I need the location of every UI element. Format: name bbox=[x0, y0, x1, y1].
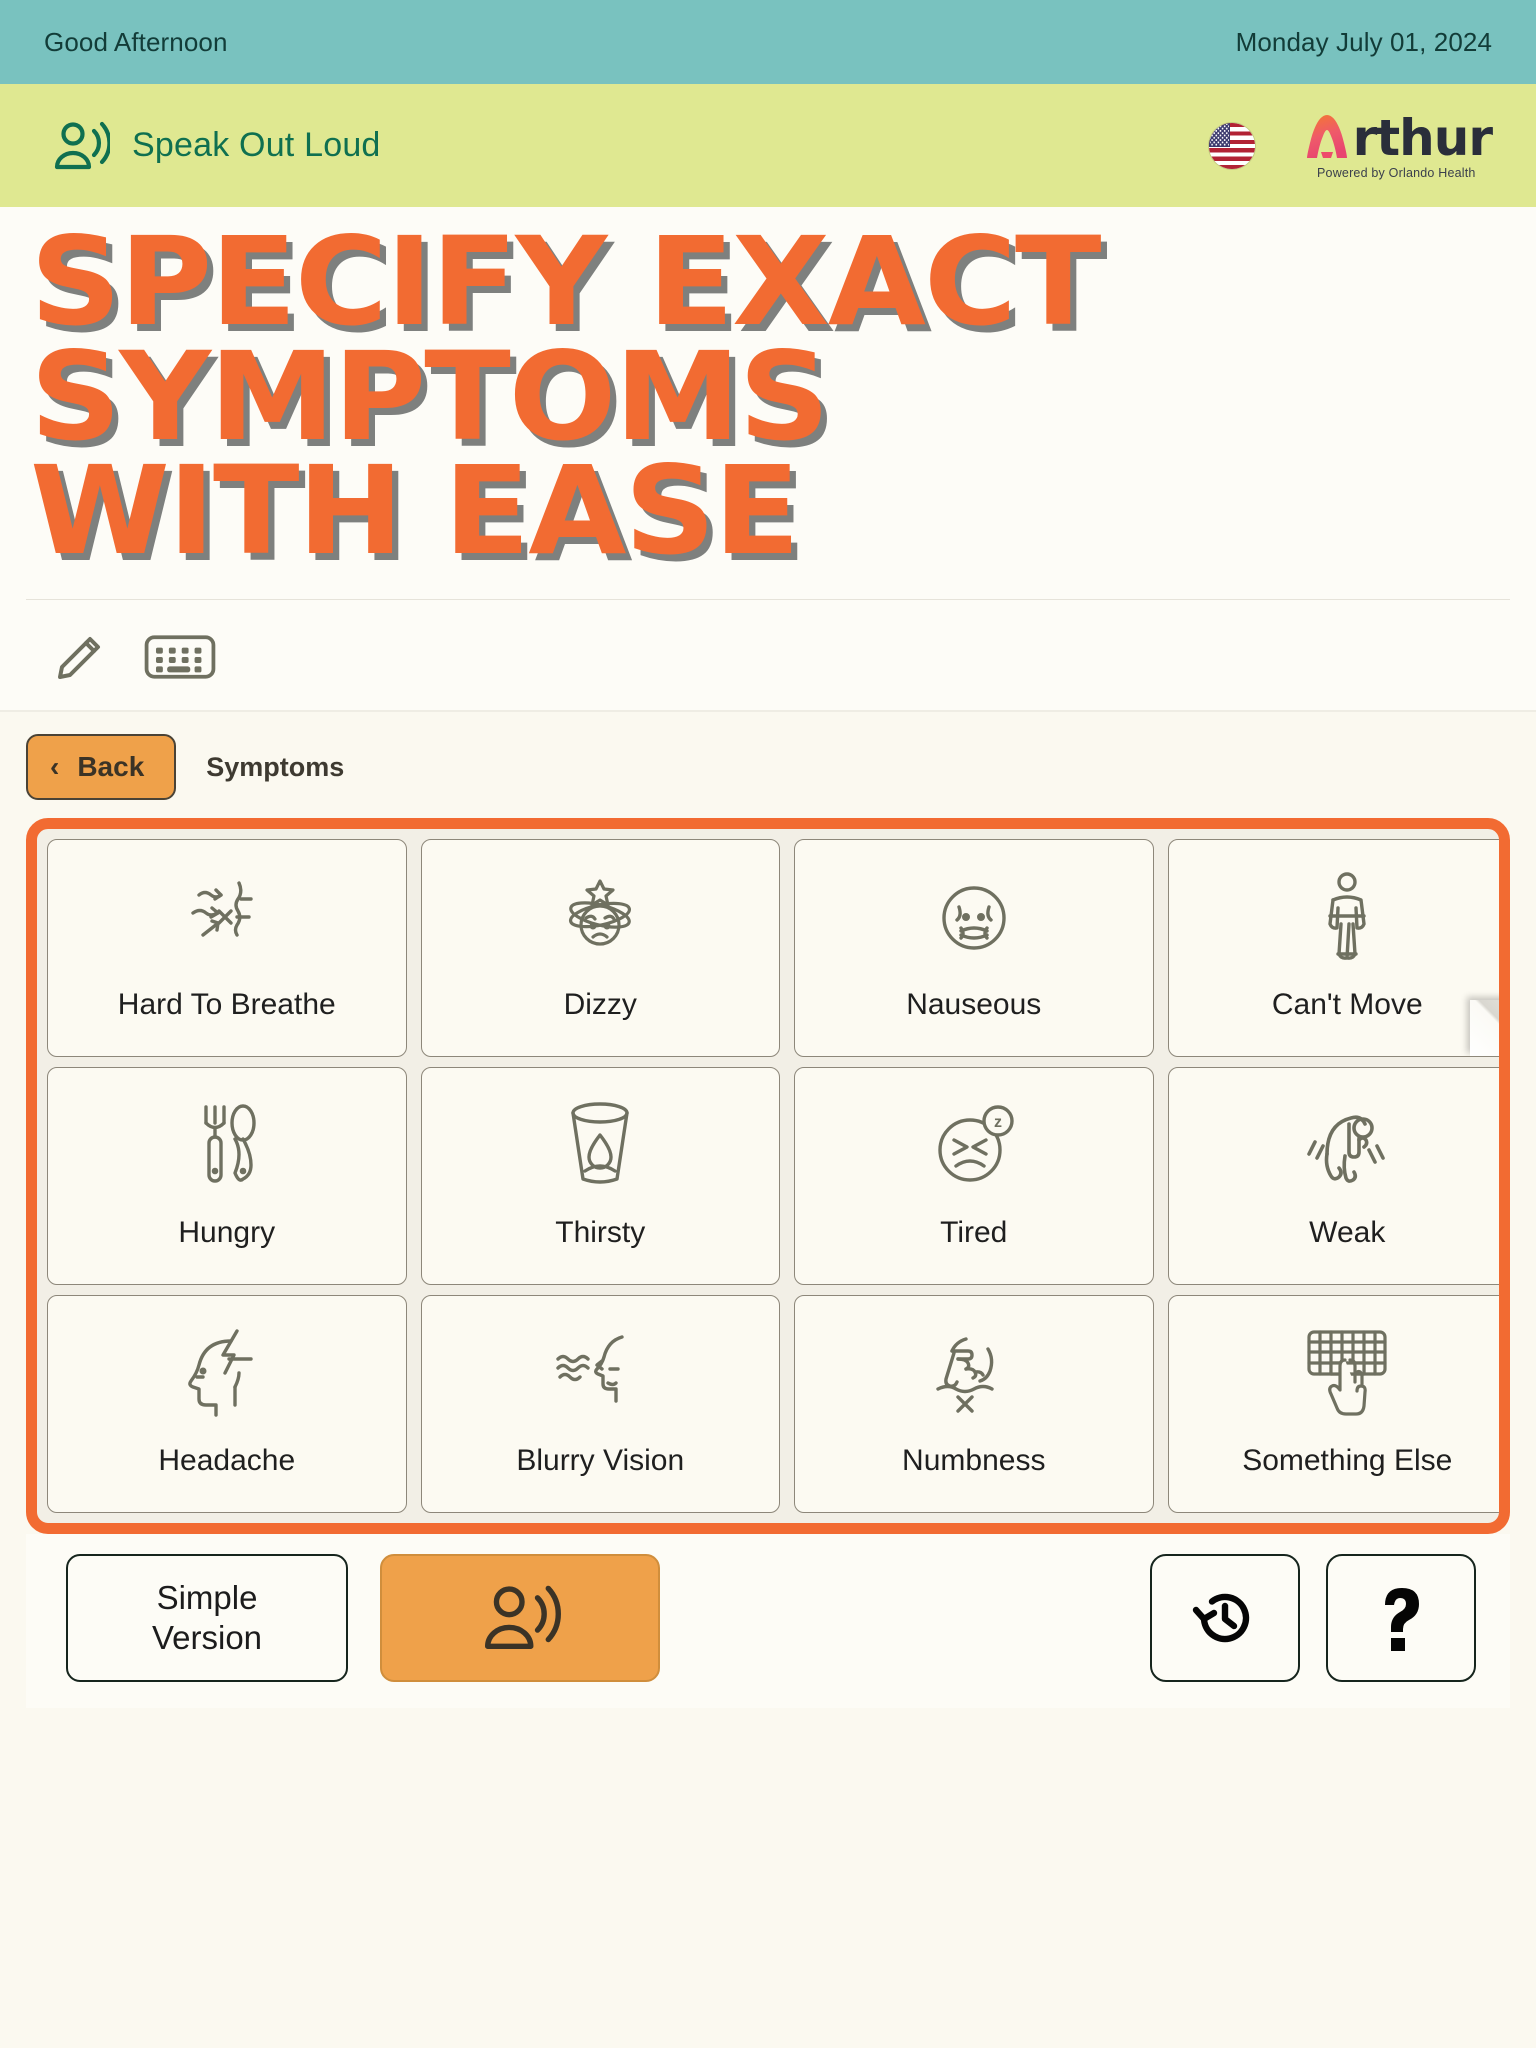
blurry-vision-face-icon bbox=[422, 1296, 780, 1446]
speak-out-loud-button[interactable]: Speak Out Loud bbox=[52, 120, 381, 172]
symptom-card-something-else[interactable]: Something Else bbox=[1167, 1295, 1500, 1514]
question-mark-icon bbox=[1363, 1579, 1439, 1657]
keyboard-finger-icon bbox=[1169, 1296, 1500, 1446]
simple-version-button[interactable]: Simple Version bbox=[66, 1554, 348, 1683]
symptom-card-label: Blurry Vision bbox=[516, 1444, 685, 1478]
symptom-card-numbness[interactable]: Numbness bbox=[794, 1295, 1154, 1514]
symptom-card-label: Thirsty bbox=[555, 1216, 646, 1250]
us-flag-icon[interactable] bbox=[1208, 122, 1255, 169]
breadcrumb-row: ‹ Back Symptoms bbox=[26, 734, 1510, 801]
person-speaking-icon bbox=[52, 120, 110, 172]
bottom-right-group bbox=[1150, 1554, 1476, 1683]
speak-out-loud-label: Speak Out Loud bbox=[132, 126, 381, 164]
history-clock-icon bbox=[1186, 1579, 1264, 1657]
symptom-card-tired[interactable]: z Tired bbox=[794, 1067, 1154, 1286]
symptoms-panel: ‹ Back Symptoms Hard To Breathe Dizzy Na… bbox=[0, 710, 1536, 2048]
breadcrumb: Symptoms bbox=[206, 751, 345, 782]
breathing-difficulty-icon bbox=[48, 840, 406, 990]
symptom-card-nauseous[interactable]: Nauseous bbox=[794, 839, 1154, 1058]
symptom-card-label: Nauseous bbox=[906, 988, 1042, 1022]
arthur-logo-tagline: Powered by Orlando Health bbox=[1317, 165, 1476, 180]
help-button[interactable] bbox=[1326, 1554, 1476, 1683]
app-root: Good Afternoon Monday July 01, 2024 Spea… bbox=[0, 0, 1536, 2048]
immobile-person-icon bbox=[1169, 840, 1500, 990]
symptom-card-label: Dizzy bbox=[563, 988, 637, 1022]
speak-out-loud-bar: Speak Out Loud rthur Powered by Orlando … bbox=[0, 84, 1536, 207]
sleepy-face-icon: z bbox=[795, 1068, 1153, 1218]
dizzy-face-icon bbox=[422, 840, 780, 990]
symptom-card-blurry-vision[interactable]: Blurry Vision bbox=[420, 1295, 780, 1514]
back-button-label: Back bbox=[77, 751, 145, 783]
headline-wrap: Specify Exact Symptoms With Ease bbox=[0, 207, 1536, 577]
symptom-card-headache[interactable]: Headache bbox=[47, 1295, 407, 1514]
symptom-card-hard-to-breathe[interactable]: Hard To Breathe bbox=[47, 839, 407, 1058]
keyboard-icon[interactable] bbox=[144, 626, 216, 688]
symptom-card-label: Numbness bbox=[902, 1444, 1046, 1478]
symptom-card-label: Tired bbox=[940, 1216, 1008, 1250]
greeting-text: Good Afternoon bbox=[44, 26, 228, 57]
page-title: Specify Exact Symptoms With Ease bbox=[30, 211, 1101, 583]
current-date: Monday July 01, 2024 bbox=[1235, 26, 1492, 57]
simple-version-label-line1: Simple bbox=[156, 1578, 258, 1616]
branding-group: rthur Powered by Orlando Health bbox=[1208, 108, 1493, 180]
symptom-card-thirsty[interactable]: Thirsty bbox=[420, 1067, 780, 1286]
numb-hand-icon bbox=[795, 1296, 1153, 1446]
symptom-card-hungry[interactable]: Hungry bbox=[47, 1067, 407, 1286]
symptom-card-label: Hungry bbox=[178, 1216, 276, 1250]
arthur-logo-mark bbox=[1301, 112, 1353, 164]
bottom-left-group: Simple Version bbox=[66, 1554, 660, 1683]
speak-button[interactable] bbox=[380, 1554, 660, 1683]
svg-text:z: z bbox=[994, 1114, 1002, 1131]
symptom-card-dizzy[interactable]: Dizzy bbox=[420, 839, 780, 1058]
simple-version-label-line2: Version bbox=[151, 1619, 263, 1657]
symptom-card-cant-move[interactable]: Can't Move bbox=[1167, 839, 1500, 1058]
chevron-left-icon: ‹ bbox=[50, 751, 60, 783]
nauseated-face-icon bbox=[795, 840, 1153, 990]
symptom-grid-container: Hard To Breathe Dizzy Nauseous Can't Mov… bbox=[26, 818, 1510, 1535]
water-glass-icon bbox=[422, 1068, 780, 1218]
symptom-card-label: Something Else bbox=[1242, 1444, 1453, 1478]
symptom-card-weak[interactable]: Weak bbox=[1167, 1067, 1500, 1286]
symptom-card-label: Headache bbox=[158, 1444, 296, 1478]
symptom-grid: Hard To Breathe Dizzy Nauseous Can't Mov… bbox=[47, 839, 1500, 1514]
symptom-card-label: Weak bbox=[1309, 1216, 1386, 1250]
symptom-card-label: Hard To Breathe bbox=[117, 988, 336, 1022]
greeting-bar: Good Afternoon Monday July 01, 2024 bbox=[0, 0, 1536, 84]
head-lightning-icon bbox=[48, 1296, 406, 1446]
symptom-card-label: Can't Move bbox=[1271, 988, 1423, 1022]
person-speaking-icon bbox=[478, 1583, 562, 1653]
back-button[interactable]: ‹ Back bbox=[26, 734, 177, 801]
hunched-person-icon bbox=[1169, 1068, 1500, 1218]
arthur-logo-text: rthur bbox=[1352, 108, 1493, 167]
bottom-toolbar: Simple Version bbox=[26, 1534, 1510, 1709]
tool-row bbox=[0, 600, 1536, 710]
arthur-logo: rthur Powered by Orlando Health bbox=[1301, 108, 1493, 180]
pencil-icon[interactable] bbox=[44, 626, 116, 688]
fork-spoon-icon bbox=[48, 1068, 406, 1218]
history-button[interactable] bbox=[1150, 1554, 1300, 1683]
